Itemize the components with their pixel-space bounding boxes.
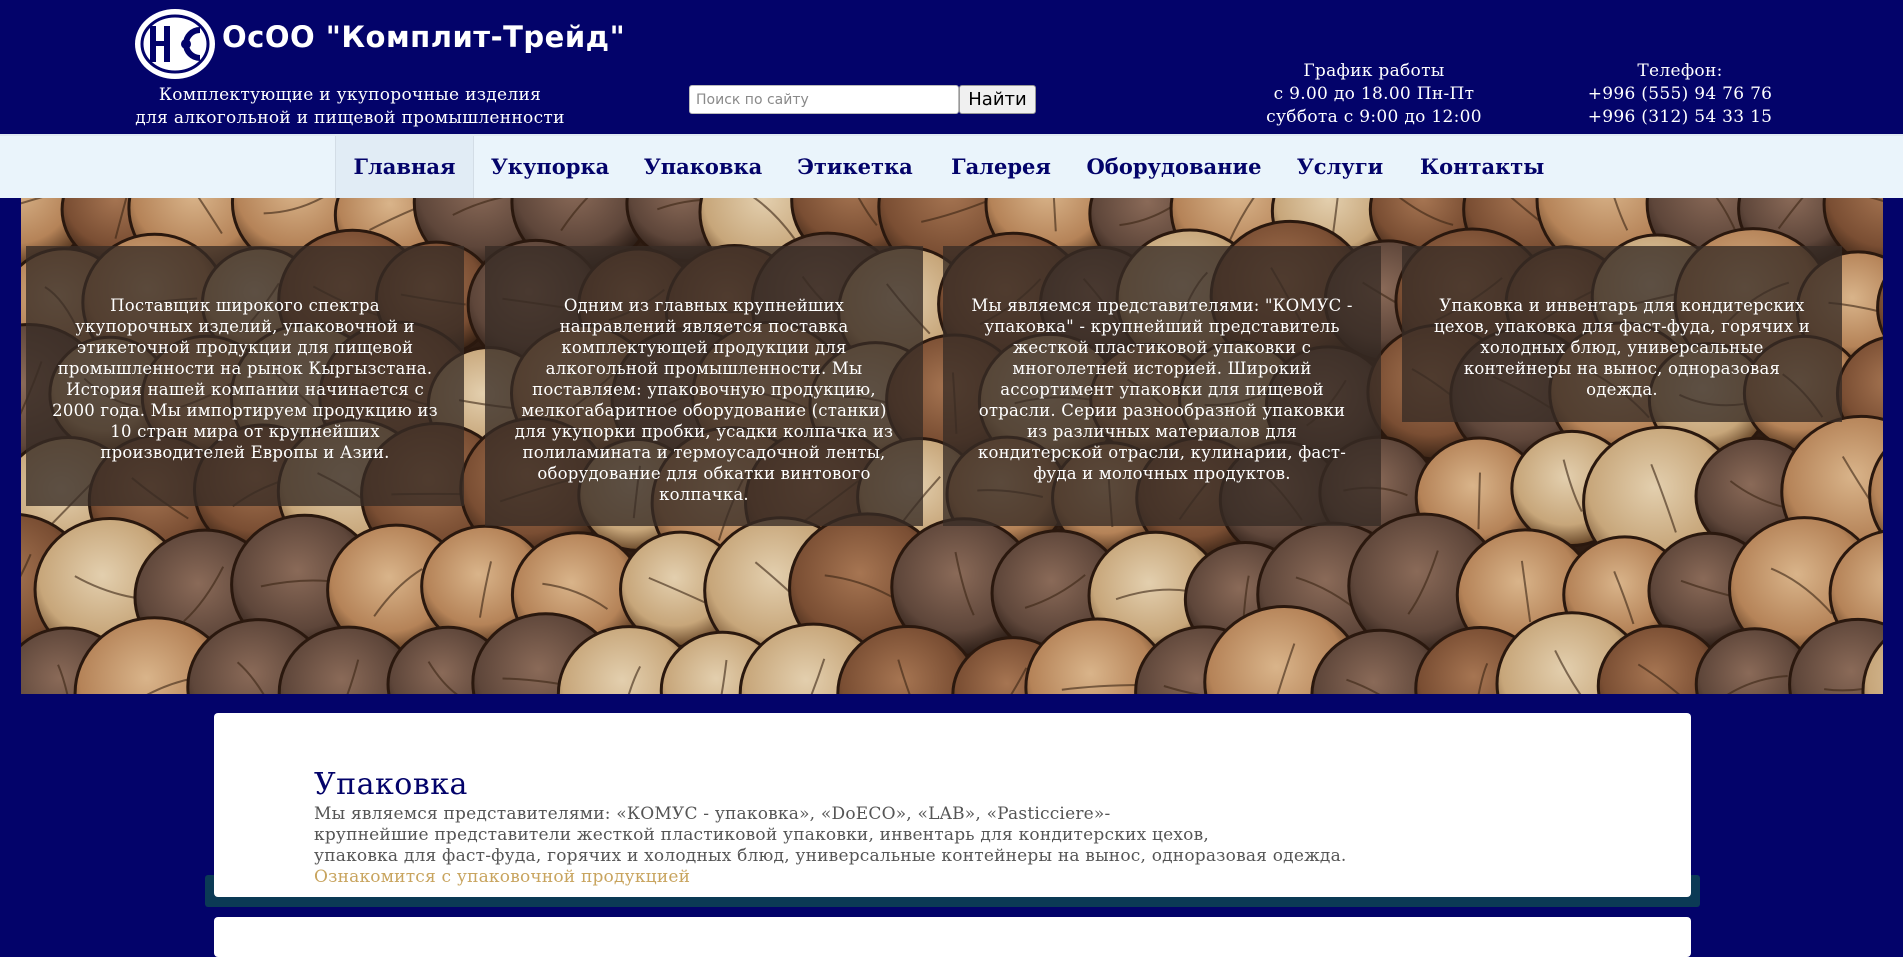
company-name: ОсОО "Комплит-Трейд" — [222, 20, 626, 54]
phone-block: Телефон: +996 (555) 94 76 76 +996 (312) … — [1578, 60, 1782, 129]
nav-item-closures[interactable]: Укупорка — [486, 136, 614, 198]
info-box-text: Упаковка и инвентарь для кондитерских це… — [1434, 296, 1810, 399]
packaging-section-card: Упаковка Мы являемся представителями: «К… — [214, 713, 1691, 897]
tagline-line: для алкогольной и пищевой промышленности — [135, 108, 565, 128]
main-nav: Главная Укупорка Упаковка Этикетка Галер… — [0, 134, 1903, 198]
info-box-text: Поставщик широкого спектра укупорочных и… — [52, 296, 438, 462]
section-line: Мы являемся представителями: «КОМУС - уп… — [314, 804, 1111, 824]
packaging-products-link[interactable]: Ознакомится с упаковочной продукцией — [314, 867, 1514, 888]
nav-item-packaging[interactable]: Упаковка — [640, 136, 766, 198]
section-line: упаковка для фаст-фуда, горячих и холодн… — [314, 846, 1347, 866]
section-description: Мы являемся представителями: «КОМУС - уп… — [314, 804, 1514, 888]
tagline-line: Комплектующие и укупорочные изделия — [158, 85, 542, 105]
tagline: Комплектующие и укупорочные изделия для … — [132, 84, 568, 130]
schedule-weekdays: с 9.00 до 18.00 Пн-Пт — [1273, 84, 1475, 104]
info-box-confectionery: Упаковка и инвентарь для кондитерских це… — [1402, 246, 1842, 422]
phone-number[interactable]: +996 (555) 94 76 76 — [1578, 83, 1782, 106]
section-title: Упаковка — [314, 767, 468, 802]
nav-item-labels[interactable]: Этикетка — [795, 136, 915, 198]
phone-title: Телефон: — [1637, 61, 1723, 81]
info-box-about: Поставщик широкого спектра укупорочных и… — [26, 246, 464, 506]
phone-number[interactable]: +996 (312) 54 33 15 — [1578, 106, 1782, 129]
site-header: ОсОО "Комплит-Трейд" Комплектующие и уку… — [0, 0, 1903, 134]
nav-item-gallery[interactable]: Галерея — [948, 136, 1054, 198]
company-logo[interactable] — [134, 8, 216, 80]
nav-item-equipment[interactable]: Оборудование — [1086, 136, 1262, 198]
search-button[interactable]: Найти — [959, 85, 1036, 114]
nav-item-services[interactable]: Услуги — [1294, 136, 1386, 198]
schedule-saturday: суббота с 9:00 до 12:00 — [1266, 107, 1482, 127]
work-schedule: График работы с 9.00 до 18.00 Пн-Пт субб… — [1262, 60, 1486, 129]
hero-banner: Поставщик широкого спектра укупорочных и… — [21, 198, 1883, 694]
schedule-title: График работы — [1303, 61, 1445, 81]
nav-item-home[interactable]: Главная — [335, 136, 474, 198]
info-box-alcohol: Одним из главных крупнейших направлений … — [485, 246, 923, 526]
search-input[interactable] — [689, 85, 959, 114]
info-box-text: Одним из главных крупнейших направлений … — [514, 296, 894, 504]
info-box-text: Мы являемся представителями: "КОМУС - уп… — [971, 296, 1353, 483]
section-line: крупнейшие представители жесткой пластик… — [314, 825, 1209, 845]
next-section-card — [214, 917, 1691, 957]
nav-item-contacts[interactable]: Контакты — [1420, 136, 1544, 198]
info-box-komus: Мы являемся представителями: "КОМУС - уп… — [943, 246, 1381, 526]
